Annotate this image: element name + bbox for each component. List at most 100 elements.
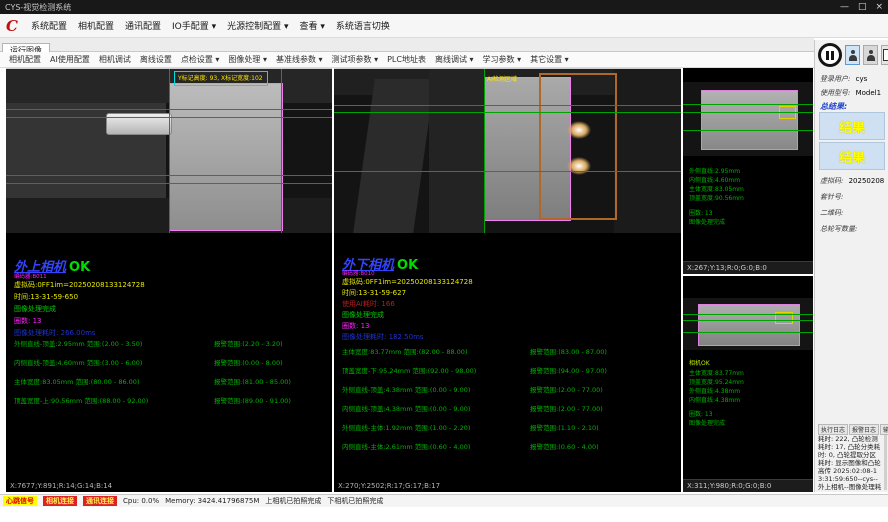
minimize-button[interactable]: — [840, 0, 849, 14]
measure-row: 内侧直线-主体:2.61mm 范围:(0.60 - 4.00) 报警范围:(0.… [342, 441, 470, 451]
log-text[interactable]: 耗时: 222, 凸轮检测耗时: 17, 凸轮分类耗时: 0, 凸轮提取分区耗时… [818, 435, 882, 490]
measure-text: 外侧直线-顶盖:4.38mm 范围:(0.00 - 9.00) [342, 386, 470, 394]
measure-text: 内侧直线-主体:2.61mm 范围:(0.60 - 4.00) [342, 443, 470, 451]
measure-text: 内侧直线-顶盖:4.38mm 范围:(0.00 - 9.00) [342, 405, 470, 413]
login-user-row: 登录用户: cys [820, 74, 867, 84]
scene-bg-block [353, 79, 435, 233]
roi-box-orange [539, 73, 617, 220]
camera-panel-side-upper: 外侧直线:2.95mm 内侧直线:4.60mm 主体宽度:83.05mm 顶盖宽… [683, 68, 813, 274]
measure-text: 外侧直线-顶盖:2.95mm 范围:(2.00 - 3.50) [14, 340, 142, 348]
menu-view[interactable]: 查看 ▾ [300, 19, 325, 32]
result-box-upper: 结果 [819, 112, 885, 140]
log-tab-exec[interactable]: 执行日志 [818, 424, 848, 435]
tool-baseline-params[interactable]: 基准线参数 ▾ [276, 54, 323, 65]
alarm-text: 报警范围:(89.00 - 91.00) [214, 395, 291, 405]
menu-camera-config[interactable]: 相机配置 [78, 19, 114, 32]
side-info-line: 主体宽度:83.77mm [689, 368, 744, 377]
control-buttons [818, 43, 888, 67]
operator-button[interactable] [863, 45, 878, 65]
measure-text: 顶盖宽度-下:95.24mm 范围:(92.00 - 98.00) [342, 367, 476, 375]
measure-text: 主体宽度:83.05mm 范围:(80.00 - 86.00) [14, 378, 139, 386]
pixel-coords-readout: X:7677;Y:891;R:14;G:14;B:14 [10, 482, 112, 490]
log-tab-output[interactable]: 输出日志 [880, 424, 888, 435]
model-value[interactable]: Model1 [856, 89, 881, 97]
total-result-label: 总结果: [820, 101, 847, 112]
qrcode-row: 二维码: [820, 208, 846, 218]
side-info-line: 圈数: 13 [689, 409, 713, 418]
side-info-line: 主体宽度:83.05mm [689, 184, 744, 193]
measure-row: 顶盖宽度-下:95.24mm 范围:(92.00 - 98.00) 报警范围:(… [342, 365, 476, 375]
encoder-line: 编码器:B010 [342, 269, 375, 277]
guideline [683, 332, 813, 333]
guideline [334, 171, 681, 172]
logout-button[interactable] [881, 45, 888, 65]
log-tab-alarm[interactable]: 报警日志 [849, 424, 879, 435]
pixel-coords-readout: X:267;Y:13;R:0;G:0;B:0 [683, 261, 813, 274]
menu-light-config[interactable]: 光源控制配置 ▾ [227, 19, 288, 32]
user-button[interactable] [845, 45, 860, 65]
camera-panel-outer-lower: AI检测区域 外下相机OK 编码器:B010 虚拟码:0FF1im=202502… [334, 68, 681, 492]
alarm-text: 报警范围:(1.10 - 2.10) [530, 422, 599, 432]
measure-row: 主体宽度:83.05mm 范围:(80.00 - 86.00) 报警范围:(81… [14, 376, 139, 386]
pause-button[interactable] [818, 43, 842, 67]
side-info-line: 内侧直线:4.38mm [689, 395, 740, 404]
virtual-code-line: 虚拟码:0FF1im=20250208133124728 [14, 280, 145, 290]
tool-test-params[interactable]: 测试项参数 ▾ [332, 54, 379, 65]
guideline [683, 314, 813, 315]
menu-language-switch[interactable]: 系统语言切换 [336, 19, 390, 32]
maximize-button[interactable]: □ [858, 0, 867, 14]
close-button[interactable]: × [875, 0, 883, 14]
alarm-text: 报警范围:(2.00 - 77.00) [530, 384, 603, 394]
menu-io-config[interactable]: IO手配置 ▾ [172, 19, 216, 32]
tool-other-settings[interactable]: 其它设置 ▾ [530, 54, 569, 65]
guideline [683, 104, 813, 105]
bright-spot [567, 121, 591, 139]
person-icon [848, 50, 857, 61]
encoder-line: 编码器:B011 [14, 272, 47, 280]
pixel-coords-readout: X:311;Y:980;R:0;G:0;B:0 [683, 479, 813, 492]
measure-row: 外侧直线-主体:1.92mm 范围:(1.00 - 2.20) 报警范围:(1.… [342, 422, 470, 432]
login-user-value: cys [856, 75, 868, 83]
tool-ai-usage-config[interactable]: AI使用配置 [50, 54, 90, 65]
product-region [701, 90, 798, 150]
result-ok-badge: OK [69, 260, 90, 275]
process-done-line: 图像处理完成 [342, 310, 384, 320]
qrcode-label: 二维码: [820, 209, 843, 217]
overlay-label: AI检测区域 [487, 74, 517, 83]
camera-link-badge: 相机连接 [43, 496, 77, 506]
time-line: 时间:13-31-59-627 [342, 288, 406, 298]
ai-elapsed-line: 使用AI耗时: 166 [342, 299, 395, 309]
model-label: 使用型号: [820, 89, 850, 97]
alarm-text: 报警范围:(0.60 - 4.00) [530, 441, 599, 451]
measure-text: 内侧直线-顶盖:4.60mm 范围:(3.00 - 6.00) [14, 359, 142, 367]
tool-camera-config[interactable]: 相机配置 [9, 54, 41, 65]
alarm-text: 报警范围:(2.20 - 3.20) [214, 338, 283, 348]
camera-image-side-upper[interactable] [683, 82, 813, 156]
tool-offline-setting[interactable]: 离线设置 [140, 54, 172, 65]
toolbar: 相机配置 AI使用配置 相机调试 离线设置 点检设置 ▾ 图像处理 ▾ 基准线参… [0, 52, 814, 68]
heartbeat-badge: 心跳信号 [3, 496, 37, 506]
tool-offline-debug[interactable]: 离线调试 ▾ [435, 54, 474, 65]
measure-row: 内侧直线-顶盖:4.60mm 范围:(3.00 - 6.00) 报警范围:(0.… [14, 357, 142, 367]
alarm-text: 报警范围:(94.00 - 97.00) [530, 365, 607, 375]
tool-learn-params[interactable]: 学习参数 ▾ [483, 54, 522, 65]
tool-camera-debug[interactable]: 相机调试 [99, 54, 131, 65]
alarm-text: 报警范围:(81.00 - 85.00) [214, 376, 291, 386]
menu-comm-config[interactable]: 通讯配置 [125, 19, 161, 32]
camera-image-outer-upper[interactable]: Y标记高度: 93, X标记宽度:102 [6, 68, 332, 233]
camera-image-side-lower[interactable] [683, 298, 813, 350]
elapsed-line: 图像处理耗时: 182.50ms [342, 332, 424, 342]
alarm-text: 报警范围:(83.00 - 87.00) [530, 346, 607, 356]
log-scrollbar[interactable] [884, 435, 887, 490]
upper-camera-status: 上相机已拍照完成 [265, 496, 321, 506]
tool-plc-address[interactable]: PLC地址表 [387, 54, 426, 65]
tool-image-process[interactable]: 图像处理 ▾ [228, 54, 267, 65]
camera-image-outer-lower[interactable]: AI检测区域 [334, 68, 681, 233]
menu-bar: C 系统配置 相机配置 通讯配置 IO手配置 ▾ 光源控制配置 ▾ 查看 ▾ 系… [0, 14, 888, 38]
overlay-label: Y标记高度: 93, X标记宽度:102 [178, 73, 263, 82]
side-info-line: 外侧直线:2.95mm [689, 166, 740, 175]
person-icon [866, 50, 875, 61]
write-count-label: 总轮写数量: [820, 225, 857, 233]
tool-spot-check[interactable]: 点检设置 ▾ [181, 54, 220, 65]
menu-system-config[interactable]: 系统配置 [31, 19, 67, 32]
